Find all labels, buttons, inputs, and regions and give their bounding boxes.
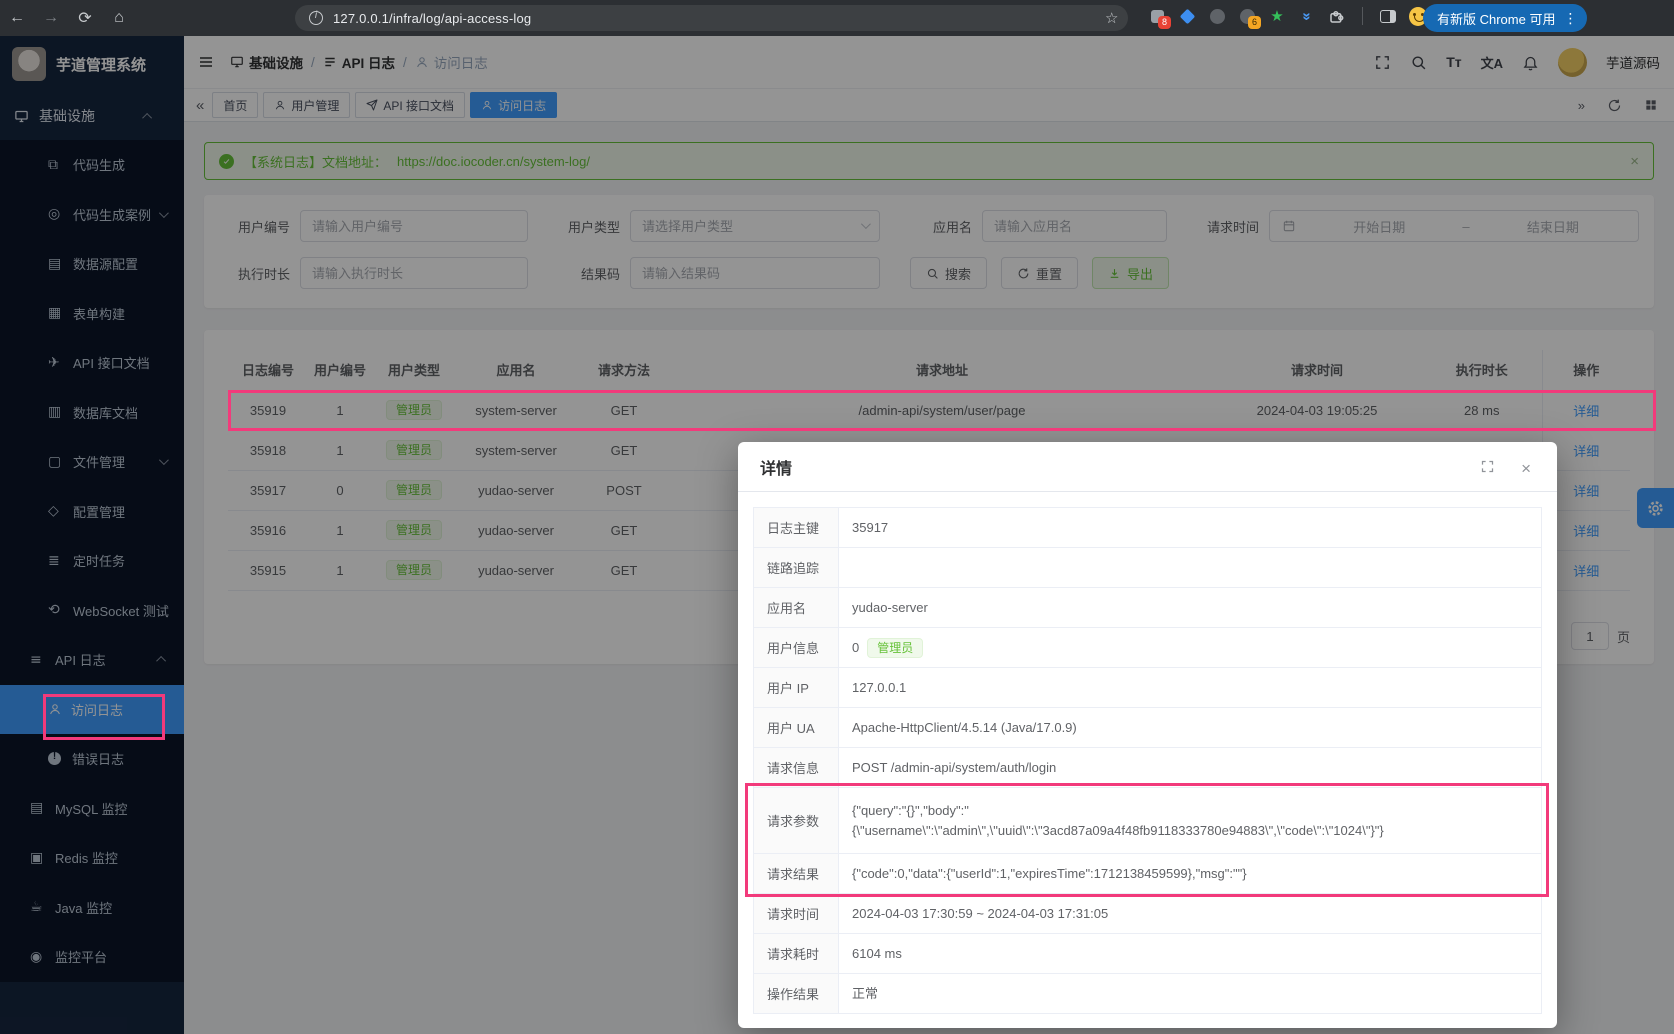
desc-row: 请求耗时6104 ms bbox=[754, 934, 1542, 974]
desc-row: 请求信息POST /admin-api/system/auth/login bbox=[754, 748, 1542, 788]
browser-forward-icon[interactable]: → bbox=[34, 9, 68, 27]
side-panel-icon[interactable] bbox=[1379, 7, 1397, 25]
modal-fullscreen-icon[interactable] bbox=[1480, 459, 1495, 474]
extension-icon[interactable]: 8 bbox=[1148, 7, 1166, 25]
desc-row: 链路追踪 bbox=[754, 548, 1542, 588]
extensions-row: 8 6 ★ » bbox=[1148, 7, 1427, 25]
url-text: 127.0.0.1/infra/log/api-access-log bbox=[333, 11, 531, 26]
desc-row: 操作结果正常 bbox=[754, 974, 1542, 1014]
extension-icon[interactable] bbox=[1178, 7, 1196, 25]
modal-close-icon[interactable]: × bbox=[1521, 459, 1531, 479]
browser-reload-icon[interactable]: ⟳ bbox=[68, 8, 102, 28]
modal-title: 详情 bbox=[760, 455, 792, 479]
chrome-update-label: 有新版 Chrome 可用 bbox=[1437, 9, 1555, 28]
extension-icon[interactable]: » bbox=[1298, 7, 1316, 25]
extension-icon[interactable] bbox=[1208, 7, 1226, 25]
detail-descriptions: 日志主键35917 链路追踪 应用名yudao-server 用户信息0管理员 … bbox=[753, 507, 1542, 1014]
user-type-badge: 管理员 bbox=[867, 638, 923, 658]
vue-devtools-extension-icon[interactable]: ★ bbox=[1268, 7, 1286, 25]
chrome-update-button[interactable]: 有新版 Chrome 可用 ⋮ bbox=[1423, 4, 1587, 32]
browser-menu-icon[interactable]: ⋮ bbox=[1563, 10, 1577, 27]
extension-icon[interactable]: 6 bbox=[1238, 7, 1256, 25]
desc-row: 请求时间2024-04-03 17:30:59 ~ 2024-04-03 17:… bbox=[754, 894, 1542, 934]
extensions-puzzle-icon[interactable] bbox=[1328, 7, 1346, 25]
bookmark-star-icon[interactable]: ☆ bbox=[1105, 9, 1118, 27]
modal-header: 详情 × bbox=[738, 442, 1557, 492]
desc-row-request-result: 请求结果{"code":0,"data":{"userId":1,"expire… bbox=[754, 854, 1542, 894]
desc-row: 日志主键35917 bbox=[754, 508, 1542, 548]
address-bar[interactable]: 127.0.0.1/infra/log/api-access-log bbox=[295, 5, 1128, 31]
desc-row: 用户信息0管理员 bbox=[754, 628, 1542, 668]
extension-badge: 6 bbox=[1248, 16, 1261, 29]
browser-home-icon[interactable]: ⌂ bbox=[102, 9, 136, 27]
desc-row: 用户 UAApache-HttpClient/4.5.14 (Java/17.0… bbox=[754, 708, 1542, 748]
detail-modal: 详情 × 日志主键35917 链路追踪 应用名yudao-server 用户信息… bbox=[738, 442, 1557, 1028]
desc-row: 用户 IP127.0.0.1 bbox=[754, 668, 1542, 708]
desc-row: 应用名yudao-server bbox=[754, 588, 1542, 628]
desc-row-request-params: 请求参数{"query":"{}","body":" {\"username\"… bbox=[754, 788, 1542, 854]
site-info-icon[interactable] bbox=[309, 11, 323, 25]
browser-back-icon[interactable]: ← bbox=[0, 9, 34, 27]
extension-badge: 8 bbox=[1158, 16, 1171, 29]
browser-toolbar: ← → ⟳ ⌂ 127.0.0.1/infra/log/api-access-l… bbox=[0, 0, 1674, 36]
